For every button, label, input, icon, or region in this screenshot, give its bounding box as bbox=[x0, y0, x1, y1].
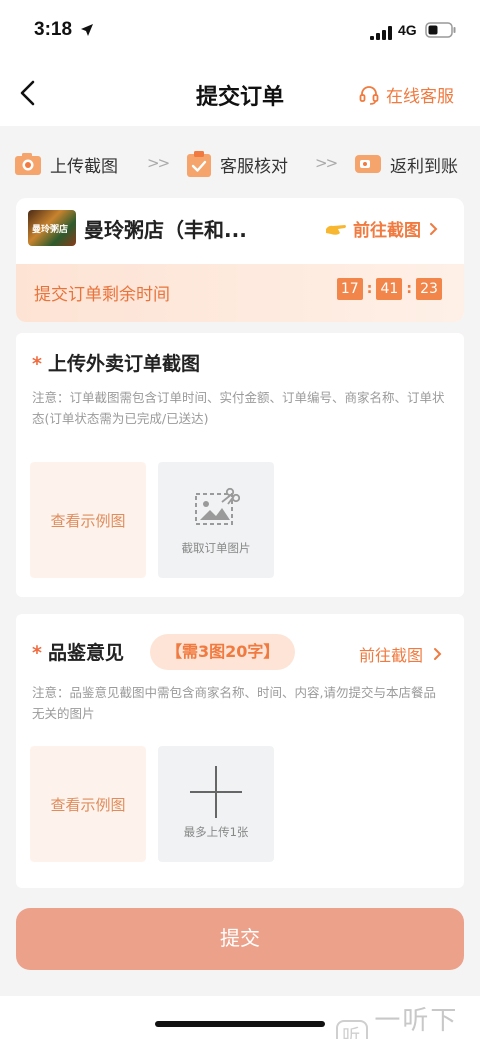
customer-service-button[interactable]: 在线客服 bbox=[358, 82, 454, 107]
step-verify: 客服核对 bbox=[186, 150, 288, 178]
status-bar: 3:18 4G bbox=[0, 0, 480, 60]
camera-icon bbox=[15, 153, 41, 175]
review-upload-button[interactable]: 最多上传1张 bbox=[158, 746, 274, 862]
order-section-title: * 上传外卖订单截图 bbox=[32, 353, 200, 375]
order-upload-button[interactable]: 截取订单图片 bbox=[158, 462, 274, 578]
home-indicator[interactable] bbox=[155, 1021, 325, 1027]
countdown-seconds: 23 bbox=[416, 278, 442, 300]
review-example-button[interactable]: 查看示例图 bbox=[30, 746, 146, 862]
shop-goto-label: 前往截图 bbox=[353, 221, 421, 241]
step-label: 客服核对 bbox=[220, 156, 288, 177]
clipboard-check-icon bbox=[187, 151, 211, 177]
nav-bar: 提交订单 在线客服 bbox=[0, 60, 480, 126]
signal-bars-icon bbox=[370, 25, 394, 44]
headset-icon bbox=[359, 85, 379, 105]
watermark-logo-icon: 听 bbox=[336, 1020, 369, 1039]
step-separator: >> bbox=[315, 154, 338, 172]
countdown-minutes: 41 bbox=[376, 278, 403, 300]
step-label: 上传截图 bbox=[50, 156, 118, 177]
countdown-label: 提交订单剩余时间 bbox=[34, 285, 170, 305]
plus-icon bbox=[190, 766, 242, 818]
battery-icon bbox=[425, 22, 457, 42]
status-time: 3:18 bbox=[34, 19, 73, 40]
review-requirement-badge: 【需3图20字】 bbox=[150, 634, 296, 670]
watermark: 听 一听下载 bbox=[336, 1000, 480, 1039]
submit-button[interactable]: 提交 bbox=[16, 908, 464, 970]
review-goto-screenshot-link[interactable]: 前往截图 bbox=[359, 642, 442, 666]
step-rebate: 返利到账 bbox=[354, 152, 458, 177]
countdown-bar: 提交订单剩余时间 17 : 41 : 23 bbox=[16, 264, 464, 322]
countdown-timer: 17 : 41 : 23 bbox=[336, 278, 442, 300]
countdown-hours: 17 bbox=[336, 278, 363, 300]
location-arrow-icon bbox=[80, 22, 94, 41]
order-section-note: 注意：订单截图需包含订单时间、实付金额、订单编号、商家名称、订单状态(订单状态需… bbox=[32, 390, 445, 426]
progress-steps: 上传截图 >> 客服核对 >> 返利到账 bbox=[0, 138, 480, 190]
order-example-button[interactable]: 查看示例图 bbox=[30, 462, 146, 578]
chevron-right-icon bbox=[430, 222, 438, 235]
step-label: 返利到账 bbox=[390, 156, 458, 177]
shop-goto-screenshot-link[interactable]: 前往截图 bbox=[325, 216, 444, 241]
customer-service-label: 在线客服 bbox=[386, 87, 454, 107]
review-section-title: * 品鉴意见 bbox=[32, 642, 124, 664]
shop-card: 曼玲粥店 曼玲粥店（丰和... 前往截图 提交订单剩余时间 17 : 41 : … bbox=[16, 198, 464, 322]
step-separator: >> bbox=[147, 154, 170, 172]
crop-image-icon bbox=[195, 487, 240, 525]
shop-logo: 曼玲粥店 bbox=[28, 210, 76, 246]
chevron-right-icon bbox=[434, 648, 442, 660]
step-upload: 上传截图 bbox=[14, 151, 118, 177]
shop-name: 曼玲粥店（丰和... bbox=[84, 218, 247, 242]
order-screenshot-card: * 上传外卖订单截图 注意：订单截图需包含订单时间、实付金额、订单编号、商家名称、… bbox=[16, 333, 464, 597]
network-type: 4G bbox=[398, 22, 417, 38]
pointing-hand-icon bbox=[326, 224, 346, 235]
wallet-icon bbox=[355, 155, 381, 173]
review-section-note: 注意：品鉴意见截图中需包含商家名称、时间、内容,请勿提交与本店餐品无关的图片 bbox=[32, 685, 436, 721]
review-card: * 品鉴意见 【需3图20字】 前往截图 注意：品鉴意见截图中需包含商家名称、时间… bbox=[16, 614, 464, 888]
